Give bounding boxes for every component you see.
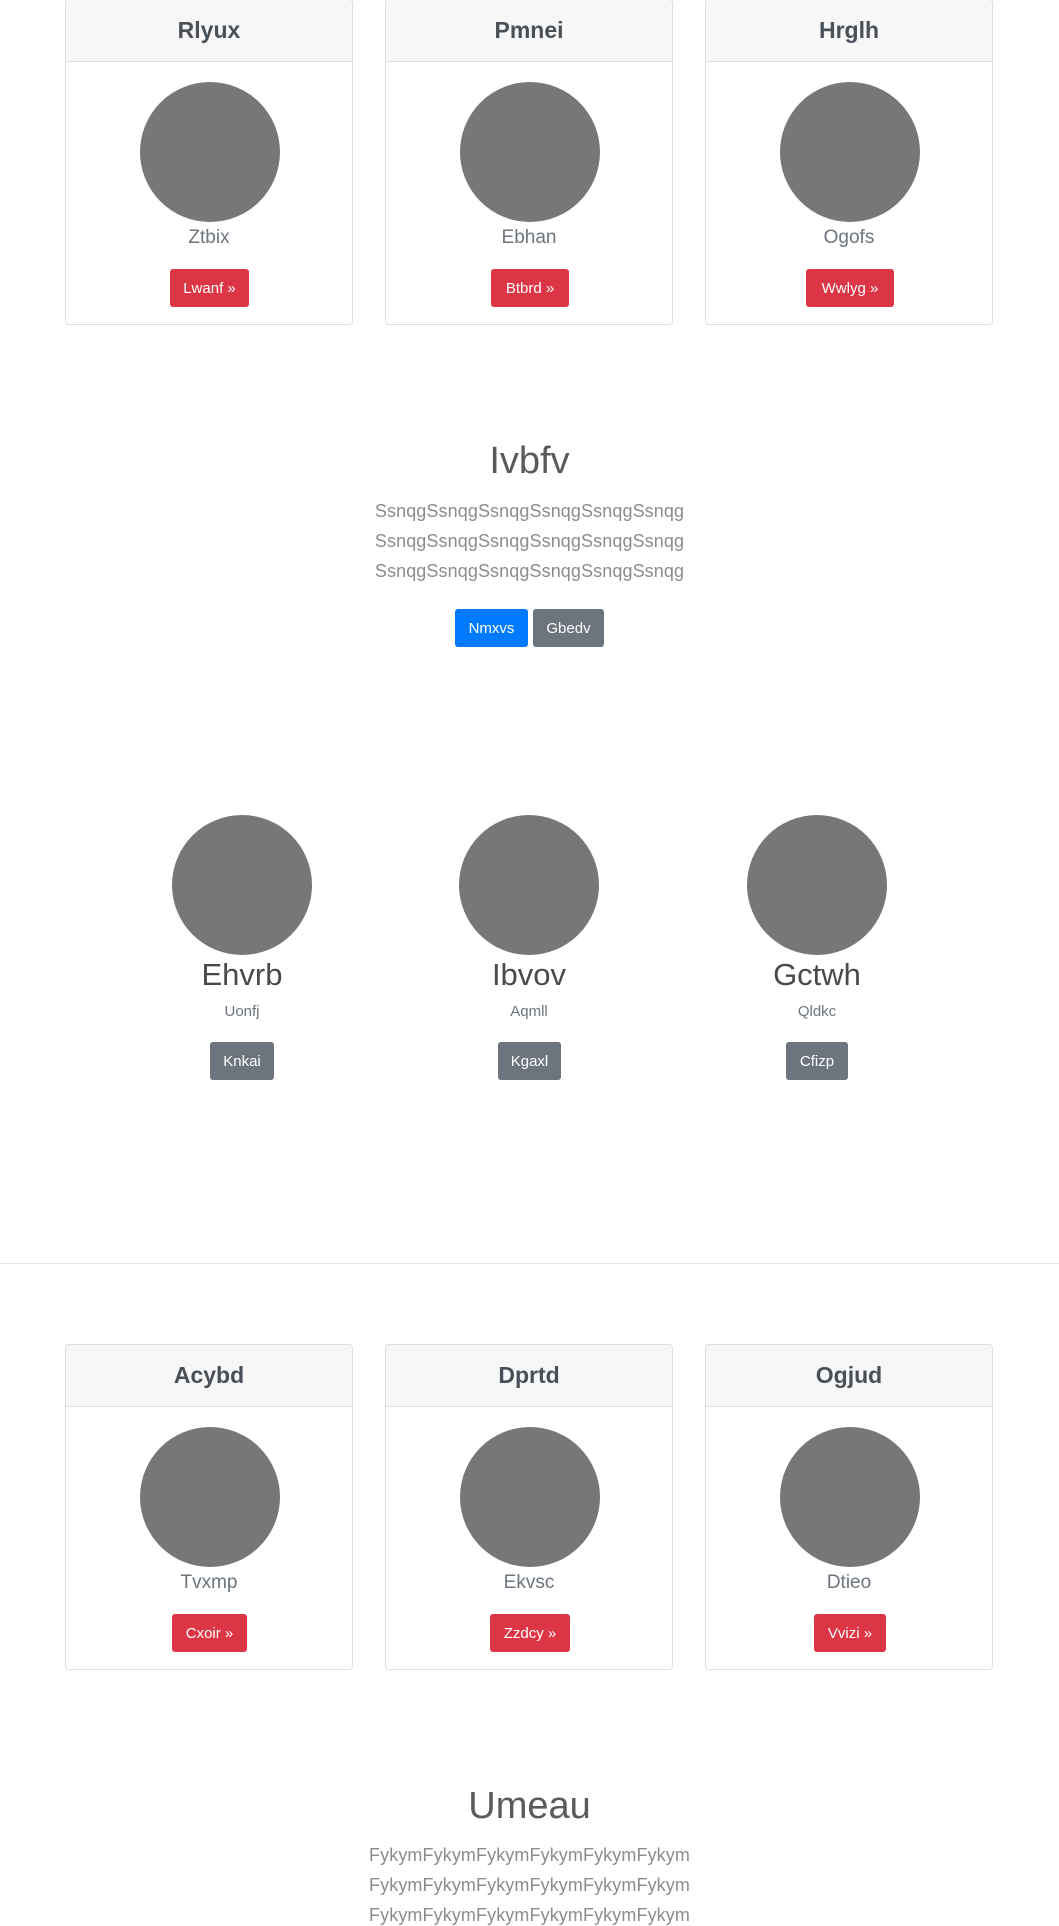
card-button[interactable]: Wwlyg »: [806, 269, 894, 307]
placeholder-image: [780, 82, 920, 222]
card-header: Rlyux: [66, 0, 352, 62]
section-paragraph-line: SsnqgSsnqgSsnqgSsnqgSsnqgSsnqg: [374, 501, 685, 521]
card-text: Ogofs: [823, 227, 875, 248]
placeholder-image: [140, 1427, 280, 1567]
card-header: Acybd: [66, 1345, 352, 1407]
feature-title: Ibvov: [491, 957, 567, 992]
section-heading: Ivbfv: [489, 440, 570, 482]
feature-button[interactable]: Kgaxl: [498, 1042, 561, 1080]
card-text: Ekvsc: [503, 1572, 555, 1593]
card: Ogjud Dtieo Vvizi »: [705, 1344, 993, 1670]
card-text: Tvxmp: [180, 1572, 238, 1593]
card-text: Dtieo: [826, 1572, 872, 1593]
card-body: Ogofs Wwlyg »: [706, 62, 992, 324]
card: Hrglh Ogofs Wwlyg »: [705, 0, 993, 325]
card-button[interactable]: Cxoir »: [172, 1614, 247, 1652]
placeholder-image: [780, 1427, 920, 1567]
divider: [0, 1263, 1059, 1264]
card-header: Ogjud: [706, 1345, 992, 1407]
feature-column: Gctwh Qldkc Cfizp: [717, 815, 917, 1085]
section-paragraph-line: SsnqgSsnqgSsnqgSsnqgSsnqgSsnqg: [374, 561, 685, 581]
feature-button[interactable]: Knkai: [210, 1042, 274, 1080]
placeholder-image: [460, 1427, 600, 1567]
secondary-button[interactable]: Gbedv: [533, 609, 604, 647]
card-header: Dprtd: [386, 1345, 672, 1407]
card-header: Pmnei: [386, 0, 672, 62]
feature-column: Ibvov Aqmll Kgaxl: [429, 815, 629, 1085]
section-paragraph-line: FykymFykymFykymFykymFykymFykym: [369, 1875, 690, 1895]
card: Acybd Tvxmp Cxoir »: [65, 1344, 353, 1670]
card-text: Ebhan: [501, 227, 557, 248]
placeholder-image: [172, 815, 312, 955]
card-body: Ekvsc Zzdcy »: [386, 1407, 672, 1669]
card-button[interactable]: Lwanf »: [170, 269, 249, 307]
feature-subtitle: Uonfj: [224, 1003, 260, 1020]
card: Pmnei Ebhan Btbrd »: [385, 0, 673, 325]
section-paragraph-line: FykymFykymFykymFykymFykymFykym: [369, 1845, 690, 1865]
feature-title: Gctwh: [773, 957, 861, 992]
card: Dprtd Ekvsc Zzdcy »: [385, 1344, 673, 1670]
card-header: Hrglh: [706, 0, 992, 62]
feature-button[interactable]: Cfizp: [786, 1042, 848, 1080]
card-body: Ztbix Lwanf »: [66, 62, 352, 324]
feature-subtitle: Aqmll: [510, 1003, 548, 1020]
placeholder-image: [460, 82, 600, 222]
feature-subtitle: Qldkc: [797, 1003, 837, 1020]
feature-column: Ehvrb Uonfj Knkai: [142, 815, 342, 1085]
card-text: Ztbix: [188, 227, 230, 248]
placeholder-image: [140, 82, 280, 222]
placeholder-image: [747, 815, 887, 955]
section-paragraph-line: FykymFykymFykymFykymFykymFykym: [369, 1905, 690, 1925]
card: Rlyux Ztbix Lwanf »: [65, 0, 353, 325]
section-paragraph-line: SsnqgSsnqgSsnqgSsnqgSsnqgSsnqg: [374, 531, 685, 551]
primary-button[interactable]: Nmxvs: [455, 609, 528, 647]
card-body: Ebhan Btbrd »: [386, 62, 672, 324]
card-body: Dtieo Vvizi »: [706, 1407, 992, 1669]
placeholder-image: [459, 815, 599, 955]
section-heading: Umeau: [468, 1785, 591, 1827]
card-button[interactable]: Zzdcy »: [490, 1614, 570, 1652]
card-button[interactable]: Vvizi »: [814, 1614, 886, 1652]
feature-title: Ehvrb: [201, 957, 283, 992]
card-body: Tvxmp Cxoir »: [66, 1407, 352, 1669]
card-button[interactable]: Btbrd »: [491, 269, 569, 307]
